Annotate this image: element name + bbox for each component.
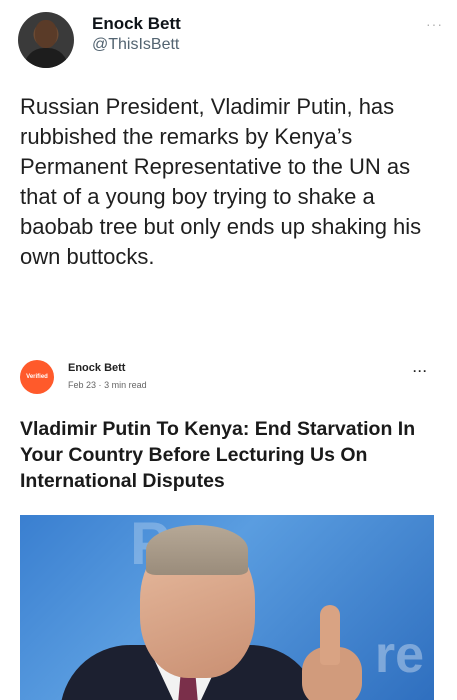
- article-author[interactable]: Enock Bett: [68, 362, 125, 374]
- avatar-shirt: [24, 48, 68, 68]
- read-time: 3 min read: [104, 380, 147, 390]
- tweet-header: Enock Bett @ThisIsBett ···: [18, 12, 443, 72]
- avatar-face: [35, 20, 57, 48]
- ellipsis-icon[interactable]: ···: [413, 364, 428, 378]
- tweet-text: Russian President, Vladimir Putin, has r…: [20, 94, 422, 269]
- publisher-logo-text: Verified: [26, 374, 48, 380]
- pointing-finger: [320, 605, 340, 665]
- background-text: re: [374, 626, 424, 684]
- article-meta: Feb 23 · 3 min read: [68, 380, 147, 390]
- publisher-logo: Verified: [20, 360, 54, 394]
- article-card[interactable]: Verified Enock Bett Feb 23 · 3 min read …: [14, 350, 434, 700]
- avatar[interactable]: [18, 12, 74, 68]
- article-date: Feb 23: [68, 380, 97, 390]
- meta-separator: ·: [98, 380, 102, 390]
- handle[interactable]: @ThisIsBett: [92, 36, 179, 54]
- display-name[interactable]: Enock Bett: [92, 14, 181, 34]
- article-hero-image[interactable]: P re: [20, 515, 434, 700]
- person-hair: [146, 525, 248, 575]
- article-headline[interactable]: Vladimir Putin To Kenya: End Starvation …: [20, 416, 435, 494]
- ellipsis-icon[interactable]: ···: [426, 16, 443, 32]
